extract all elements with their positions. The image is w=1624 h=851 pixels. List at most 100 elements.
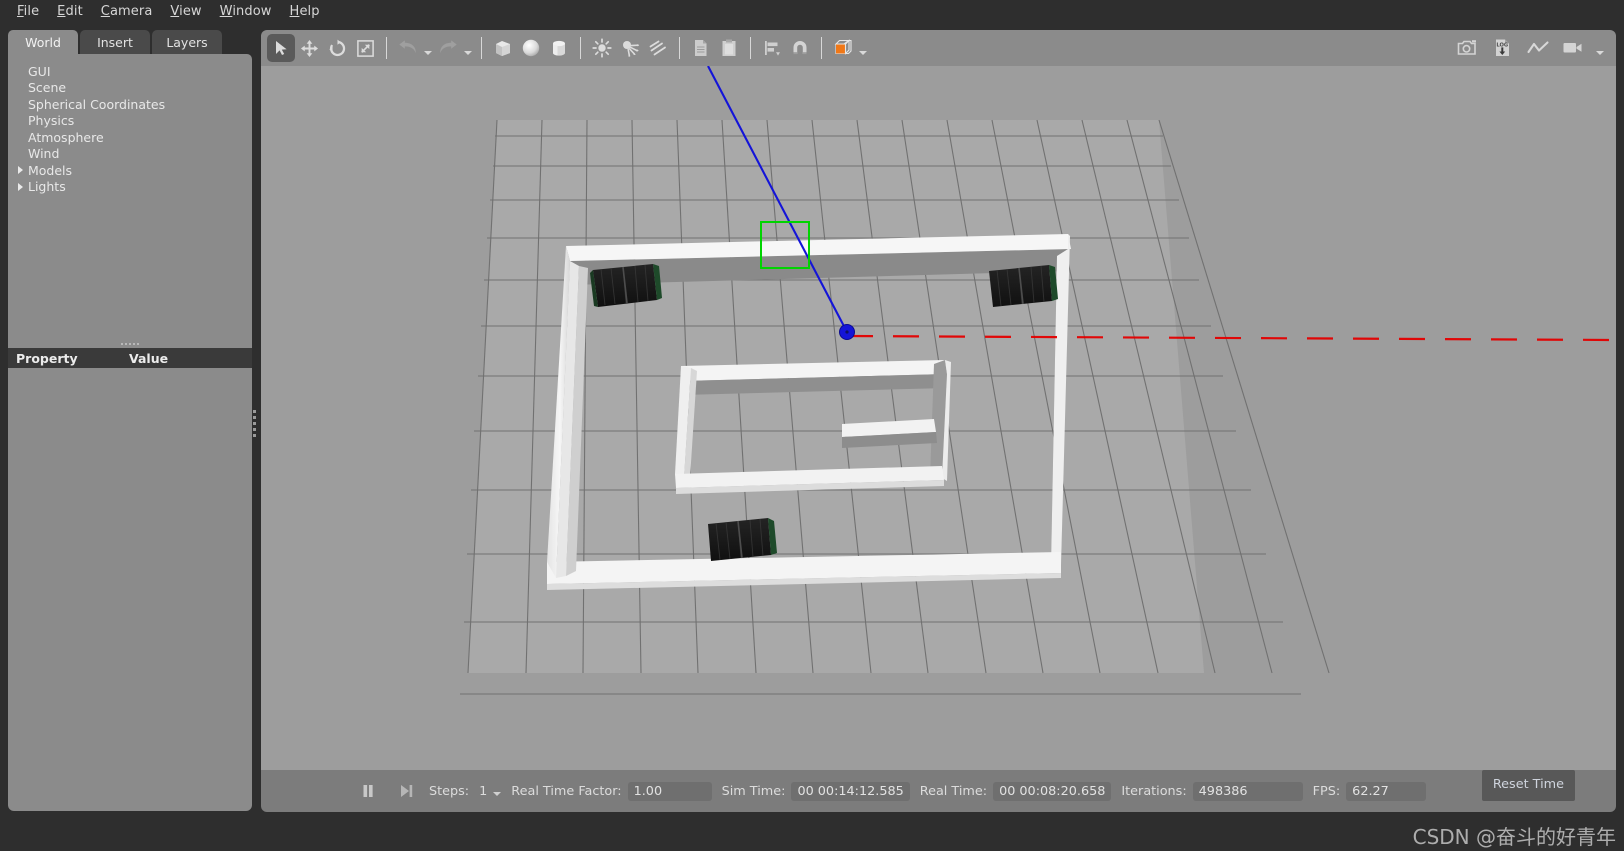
- tree-item-label: GUI: [28, 63, 51, 79]
- select-mode-button[interactable]: [267, 34, 295, 62]
- copy-button[interactable]: [687, 34, 715, 62]
- tab-world[interactable]: World: [8, 30, 78, 54]
- tree-item-label: Lights: [28, 179, 66, 195]
- video-record-dropdown[interactable]: [1594, 34, 1606, 62]
- 3d-viewport[interactable]: [261, 66, 1616, 776]
- property-table-header: Property Value: [8, 348, 252, 368]
- tree-item-atmosphere[interactable]: Atmosphere: [8, 129, 252, 146]
- view-angle-button[interactable]: [829, 34, 857, 62]
- toolbar-right-group: LOG: [1454, 34, 1606, 62]
- gazebo-window: File Edit Camera View Window Help World …: [0, 0, 1624, 851]
- status-bar: Steps: 1 Real Time Factor: 1.00 Sim Time…: [261, 770, 1616, 812]
- fps-label: FPS:: [1312, 783, 1341, 799]
- point-light-icon: [592, 38, 612, 58]
- redo-history-button[interactable]: [462, 34, 474, 62]
- insert-sphere-button[interactable]: [517, 34, 545, 62]
- cursor-arrow-icon: [276, 41, 287, 55]
- dock-vertical-splitter[interactable]: [250, 402, 259, 444]
- paste-button[interactable]: [715, 34, 743, 62]
- iterations-label: Iterations:: [1121, 783, 1187, 799]
- scale-mode-button[interactable]: [351, 34, 379, 62]
- iterations-value: 498386: [1192, 781, 1303, 801]
- step-forward-icon: [401, 785, 413, 797]
- chevron-down-icon: [859, 51, 867, 55]
- chevron-down-icon: [1596, 51, 1604, 55]
- translate-mode-button[interactable]: [295, 34, 323, 62]
- tree-item-models[interactable]: Models: [8, 162, 252, 179]
- camera-icon: [1457, 40, 1476, 55]
- tree-item-gui[interactable]: GUI: [8, 63, 252, 80]
- tree-item-scene[interactable]: Scene: [8, 80, 252, 97]
- paste-icon: [722, 39, 736, 56]
- rotate-mode-button[interactable]: [323, 34, 351, 62]
- tree-item-physics[interactable]: Physics: [8, 113, 252, 130]
- undo-button[interactable]: [394, 34, 422, 62]
- real-time-label: Real Time:: [919, 783, 988, 799]
- sim-time-label: Sim Time:: [721, 783, 786, 799]
- property-table-body: [8, 368, 252, 811]
- tree-item-label: Physics: [28, 113, 75, 129]
- menu-camera[interactable]: Camera: [92, 2, 162, 21]
- tree-item-spherical-coordinates[interactable]: Spherical Coordinates: [8, 96, 252, 113]
- insert-directional-light-button[interactable]: [644, 34, 672, 62]
- tree-item-label: Models: [28, 162, 73, 178]
- align-button[interactable]: [758, 34, 786, 62]
- value-column-header: Value: [129, 350, 169, 366]
- tree-item-lights[interactable]: Lights: [8, 179, 252, 196]
- insert-cylinder-button[interactable]: [545, 34, 573, 62]
- pause-icon: [363, 785, 373, 797]
- plot-line-icon: [1527, 41, 1549, 54]
- dock-horizontal-splitter[interactable]: [8, 340, 252, 348]
- snap-button[interactable]: [786, 34, 814, 62]
- menu-view[interactable]: View: [161, 2, 210, 21]
- steps-value[interactable]: 1: [479, 784, 487, 799]
- copy-icon: [695, 40, 707, 56]
- reset-time-button[interactable]: Reset Time: [1481, 770, 1575, 801]
- redo-arrow-icon: [440, 40, 457, 54]
- scene-render: [261, 66, 1616, 776]
- insert-spot-light-button[interactable]: [616, 34, 644, 62]
- chevron-right-icon[interactable]: [18, 166, 23, 175]
- chevron-down-icon: [424, 51, 432, 55]
- insert-point-light-button[interactable]: [588, 34, 616, 62]
- redo-button[interactable]: [434, 34, 462, 62]
- render-area: LOG: [261, 30, 1616, 812]
- video-record-button[interactable]: [1559, 34, 1587, 62]
- status-bar-wrapper: Steps: 1 Real Time Factor: 1.00 Sim Time…: [261, 770, 1616, 812]
- plot-button[interactable]: [1524, 34, 1552, 62]
- undo-history-button[interactable]: [422, 34, 434, 62]
- rotate-icon: [328, 39, 345, 56]
- move-arrows-icon: [300, 39, 318, 57]
- tree-item-wind[interactable]: Wind: [8, 146, 252, 163]
- view-angle-dropdown[interactable]: [857, 34, 869, 62]
- menu-help[interactable]: Help: [281, 2, 329, 21]
- steps-dropdown-icon[interactable]: [493, 791, 502, 796]
- menu-file[interactable]: File: [8, 2, 48, 21]
- tree-item-label: Wind: [28, 146, 60, 162]
- log-download-icon: LOG: [1496, 39, 1509, 56]
- main-toolbar: LOG: [261, 30, 1616, 66]
- pause-button[interactable]: [355, 778, 381, 804]
- robot-left: [590, 264, 662, 307]
- sim-time-value: 00 00:14:12.585: [791, 781, 910, 801]
- tab-insert[interactable]: Insert: [80, 30, 150, 54]
- menu-window[interactable]: Window: [211, 2, 281, 21]
- log-record-button[interactable]: LOG: [1489, 34, 1517, 62]
- chevron-down-icon: [464, 51, 472, 55]
- real-time-factor-label: Real Time Factor:: [511, 783, 622, 799]
- tab-layers[interactable]: Layers: [152, 30, 222, 54]
- origin-marker-center: [845, 330, 849, 334]
- video-camera-icon: [1563, 43, 1582, 53]
- chevron-right-icon[interactable]: [18, 182, 23, 191]
- toolbar-separator: [481, 37, 482, 59]
- insert-box-button[interactable]: [489, 34, 517, 62]
- robot-bottom: [708, 518, 777, 561]
- real-time-value: 00 00:08:20.658: [993, 781, 1112, 801]
- real-time-factor-value: 1.00: [627, 781, 712, 801]
- spot-light-icon: [623, 41, 640, 57]
- cube-icon: [496, 41, 510, 56]
- step-forward-button[interactable]: [393, 778, 419, 804]
- screenshot-button[interactable]: [1454, 34, 1482, 62]
- magnet-icon: [793, 41, 807, 55]
- menu-edit[interactable]: Edit: [48, 2, 92, 21]
